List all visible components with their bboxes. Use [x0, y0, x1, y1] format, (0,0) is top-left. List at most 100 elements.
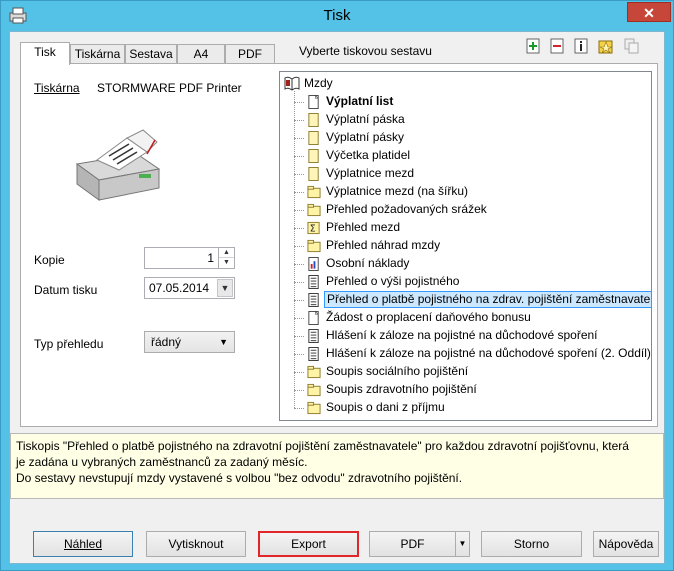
copies-stepper[interactable]: 1 ▲ ▼ — [144, 247, 235, 269]
tree-connector — [294, 210, 304, 211]
help-button-label: Nápověda — [598, 537, 654, 551]
sum-icon: Σ — [307, 221, 320, 235]
tree-item-label: Osobní náklady — [326, 256, 410, 270]
preview-button[interactable]: Náhled — [33, 531, 133, 557]
spin-up-icon[interactable]: ▲ — [219, 248, 234, 258]
copies-label: Kopie — [34, 253, 65, 267]
tree-item[interactable]: Výčetka platidel — [294, 147, 650, 165]
tree-item[interactable]: Σ Přehled mezd — [294, 219, 650, 237]
tree-item[interactable]: Výplatní list — [294, 93, 650, 111]
tree-connector — [294, 228, 304, 229]
tree-connector — [294, 120, 304, 121]
chevron-down-icon: ▼ — [219, 337, 228, 347]
tree-item[interactable]: Výplatnice mezd (na šířku) — [294, 183, 650, 201]
info-icon[interactable] — [574, 38, 590, 54]
export-button[interactable]: Export — [258, 531, 359, 557]
favorite-icon[interactable] — [598, 38, 614, 54]
tab-a4[interactable]: A4 — [177, 44, 225, 64]
tree-connector — [294, 138, 304, 139]
tree-connector — [294, 390, 304, 391]
print-button[interactable]: Vytisknout — [146, 531, 246, 557]
tree-connector — [294, 336, 304, 337]
description-line: je zadána u vybraných zaměstnanců za zad… — [16, 455, 308, 469]
yellow-page-icon — [308, 113, 319, 127]
tree-item-label: Soupis sociálního pojištění — [326, 364, 469, 378]
copies-spin-buttons[interactable]: ▲ ▼ — [218, 248, 234, 268]
svg-text:Σ: Σ — [310, 224, 316, 235]
tree-connector — [294, 372, 304, 373]
yellow-folder-icon — [307, 401, 321, 415]
tree-item-label: Přehled o platbě pojistného na zdrav. po… — [324, 291, 651, 308]
tree-item-label: Přehled požadovaných srážek — [326, 202, 487, 216]
pdf-button-label: PDF — [400, 537, 425, 551]
tree-item[interactable]: Přehled o platbě pojistného na zdrav. po… — [294, 291, 651, 309]
tab-sestava[interactable]: Sestava — [125, 44, 177, 64]
tree-item-label: Soupis zdravotního pojištění — [326, 382, 477, 396]
tree-item[interactable]: Soupis sociálního pojištění — [294, 363, 650, 381]
tree-item-label: Soupis o dani z příjmu — [326, 400, 445, 414]
yellow-folder-icon — [307, 365, 321, 379]
document-icon — [308, 329, 319, 343]
description-line: Do sestavy nevstupují mzdy vystavené s v… — [16, 471, 463, 485]
window-title: Tisk — [323, 7, 351, 24]
cancel-button-label: Storno — [513, 537, 550, 551]
tree-item-label: Výplatní pásky — [326, 130, 405, 144]
tree-connector — [294, 264, 304, 265]
tree-item-label: Výplatní list — [326, 94, 394, 108]
tree-item[interactable]: Hlášení k záloze na pojistné na důchodov… — [294, 345, 651, 363]
printer-link[interactable]: Tiskárna — [34, 81, 80, 95]
tree-item[interactable]: Soupis o dani z příjmu — [294, 399, 650, 417]
tree-item[interactable]: Hlášení k záloze na pojistné na důchodov… — [294, 327, 650, 345]
remove-icon[interactable] — [550, 38, 566, 54]
yellow-page-icon — [308, 149, 319, 163]
tree-connector — [294, 354, 304, 355]
page-icon — [308, 94, 319, 109]
yellow-page-icon — [308, 167, 319, 181]
spin-down-icon[interactable]: ▼ — [219, 258, 234, 268]
tree-item-label: Hlášení k záloze na pojistné na důchodov… — [326, 346, 651, 360]
report-type-select[interactable]: řádný ▼ — [144, 331, 235, 353]
copy-icon[interactable] — [624, 38, 640, 54]
tree-item-label: Hlášení k záloze na pojistné na důchodov… — [326, 328, 598, 342]
close-button[interactable]: ✕ — [627, 2, 671, 22]
pdf-button[interactable]: PDF ▼ — [369, 531, 470, 557]
title-bar[interactable]: Tisk ✕ — [1, 1, 673, 31]
dialog-body: Tisk Tiskárna Sestava A4 PDF Vyberte tis… — [9, 31, 665, 564]
tree-item[interactable]: Žádost o proplacení daňového bonusu — [294, 309, 650, 327]
print-date-label: Datum tisku — [34, 283, 98, 297]
tree-connector — [294, 102, 304, 103]
tree-item[interactable]: Výplatní páska — [294, 111, 650, 129]
tree-item[interactable]: Výplatnice mezd — [294, 165, 650, 183]
tree-item[interactable]: Přehled požadovaných srážek — [294, 201, 650, 219]
report-description: Tiskopis "Přehled o platbě pojistného na… — [10, 433, 664, 499]
printer-image — [75, 129, 161, 201]
page-icon — [308, 310, 319, 325]
copies-value: 1 — [207, 251, 214, 265]
tree-connector — [294, 408, 304, 409]
tab-pdf[interactable]: PDF — [225, 44, 275, 64]
tree-item-label: Přehled o výši pojistného — [326, 274, 460, 288]
tab-tisk[interactable]: Tisk — [20, 42, 70, 65]
yellow-folder-icon — [307, 203, 321, 217]
report-type-value: řádný — [151, 335, 182, 349]
pdf-dropdown-arrow-icon[interactable]: ▼ — [455, 532, 469, 556]
cancel-button[interactable]: Storno — [481, 531, 582, 557]
export-button-label: Export — [291, 537, 326, 551]
tree-item[interactable]: Přehled náhrad mzdy — [294, 237, 650, 255]
tree-item[interactable]: Výplatní pásky — [294, 129, 650, 147]
report-tree[interactable]: Mzdy Výplatní list Výplatní páska Výplatní… — [279, 71, 652, 421]
tab-tiskarna[interactable]: Tiskárna — [70, 44, 125, 64]
tree-item[interactable]: Soupis zdravotního pojištění — [294, 381, 650, 399]
tree-item[interactable]: Přehled o výši pojistného — [294, 273, 650, 291]
help-button[interactable]: Nápověda — [593, 531, 659, 557]
tree-root-label: Mzdy — [304, 76, 333, 90]
tree-connector — [294, 246, 304, 247]
add-icon[interactable] — [526, 38, 542, 54]
document-icon — [308, 275, 319, 289]
document-icon — [308, 293, 319, 307]
calendar-dropdown-icon[interactable]: ▼ — [217, 279, 233, 297]
print-dialog: Tisk ✕ Tisk Tiskárna Sestava A4 PDF Vybe… — [0, 0, 674, 571]
tree-item-label: Žádost o proplacení daňového bonusu — [326, 310, 531, 324]
print-date-field[interactable]: 07.05.2014 ▼ — [144, 277, 235, 299]
tree-item[interactable]: Osobní náklady — [294, 255, 650, 273]
